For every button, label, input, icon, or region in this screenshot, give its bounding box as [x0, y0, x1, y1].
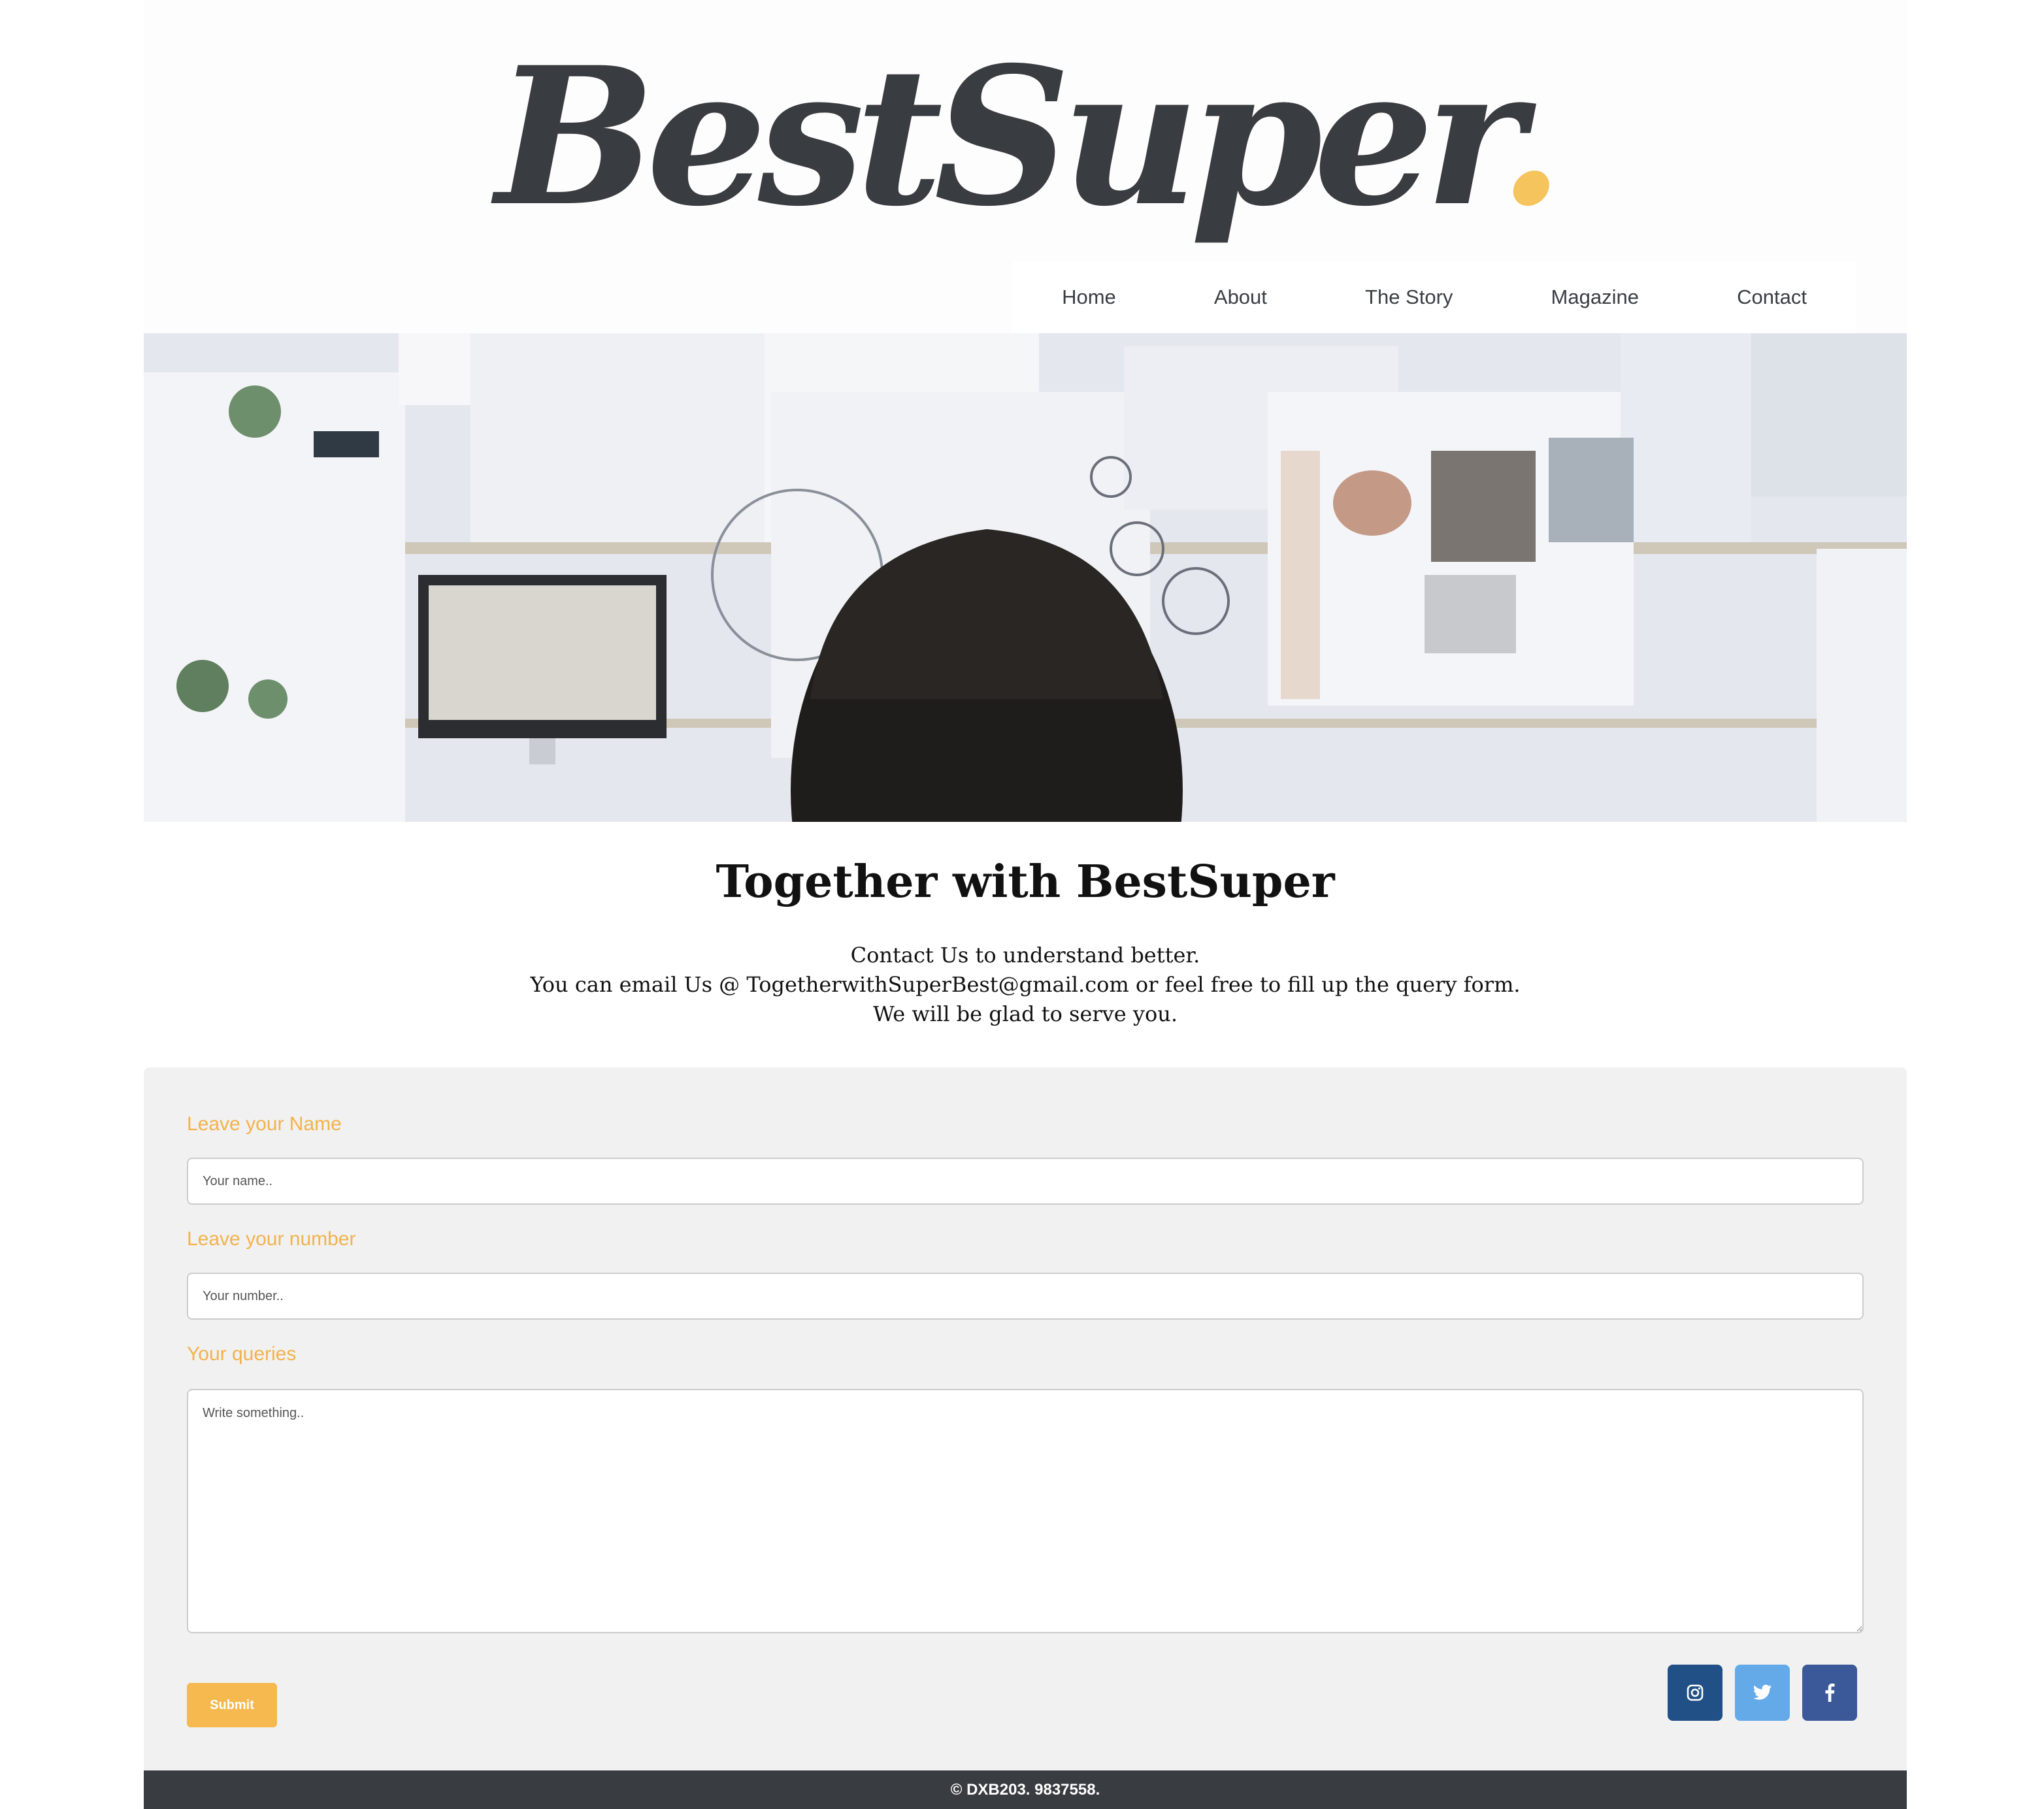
- nav-item-contact[interactable]: Contact: [1737, 285, 1807, 309]
- page-title: Together with BestSuper: [716, 856, 1335, 908]
- queries-label: Your queries: [187, 1343, 297, 1365]
- instagram-icon: [1687, 1684, 1704, 1701]
- twitter-button[interactable]: [1735, 1665, 1790, 1721]
- brand-dot: .: [1498, 26, 1564, 248]
- contact-form: Leave your Name Leave your number Your q…: [144, 1067, 1907, 1770]
- intro-line-3: We will be glad to serve you.: [873, 1002, 1178, 1026]
- hero-illustration: [144, 333, 1907, 822]
- intro-line-2: You can email Us @ TogetherwithSuperBest…: [530, 972, 1521, 997]
- intro-text: Contact Us to understand better. You can…: [144, 941, 1907, 1029]
- footer-text: © DXB203. 9837558.: [950, 1781, 1100, 1799]
- hero-image: [144, 333, 1907, 822]
- instagram-button[interactable]: [1668, 1665, 1723, 1721]
- twitter-icon: [1753, 1684, 1772, 1700]
- name-input[interactable]: [187, 1158, 1864, 1205]
- site-header: BestSuper. Home About The Story Magazine…: [144, 0, 1907, 333]
- facebook-icon: [1825, 1684, 1835, 1702]
- number-label: Leave your number: [187, 1228, 356, 1250]
- name-label: Leave your Name: [187, 1113, 342, 1135]
- main-nav: Home About The Story Magazine Contact: [1013, 261, 1856, 333]
- brand-name: BestSuper: [495, 26, 1508, 248]
- brand-logo[interactable]: BestSuper.: [144, 33, 1907, 242]
- page: BestSuper. Home About The Story Magazine…: [144, 0, 1907, 1809]
- queries-textarea[interactable]: [187, 1389, 1864, 1633]
- submit-button[interactable]: Submit: [187, 1683, 277, 1727]
- number-input[interactable]: [187, 1273, 1864, 1320]
- nav-item-home[interactable]: Home: [1062, 285, 1116, 309]
- nav-item-magazine[interactable]: Magazine: [1551, 285, 1639, 309]
- intro-line-1: Contact Us to understand better.: [850, 943, 1200, 968]
- nav-item-about[interactable]: About: [1214, 285, 1267, 309]
- facebook-button[interactable]: [1802, 1665, 1857, 1721]
- site-footer: © DXB203. 9837558.: [144, 1770, 1907, 1809]
- nav-item-the-story[interactable]: The Story: [1365, 285, 1453, 309]
